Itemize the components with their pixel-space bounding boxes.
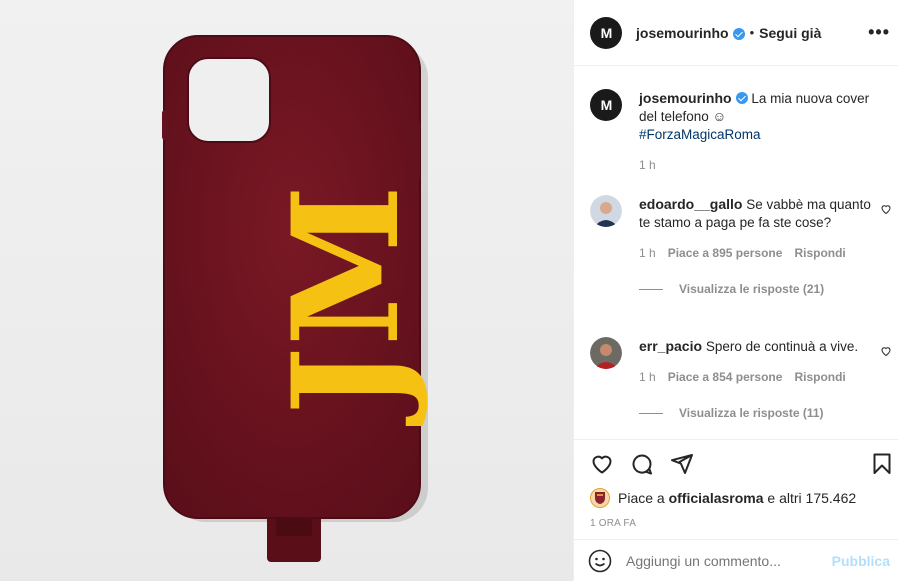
liker-username[interactable]: officialasroma — [669, 490, 764, 506]
monogram-text: JM — [261, 185, 432, 427]
action-bar: Piace a officialasroma e altri 175.462 1… — [574, 439, 898, 539]
avatar[interactable]: M — [590, 16, 622, 49]
add-comment-bar: Pubblica — [574, 539, 898, 581]
comment-avatar[interactable] — [590, 337, 622, 369]
replies-line — [639, 288, 663, 290]
comment-input[interactable] — [626, 552, 832, 569]
comments-list[interactable]: M josemourinho La mia nuova cover del te… — [574, 67, 898, 439]
follow-button[interactable]: Segui già — [759, 25, 821, 41]
likes-prefix: Piace a — [618, 490, 665, 506]
bookmark-icon[interactable] — [870, 452, 894, 476]
view-replies-label: Visualizza le risposte (11) — [679, 406, 824, 420]
comment-item: err_pacio Spero de continuà a vive. 1 h … — [590, 337, 891, 420]
view-replies-button[interactable]: Visualizza le risposte (21) — [639, 282, 880, 296]
post-username[interactable]: josemourinho — [636, 25, 729, 41]
comment-likes[interactable]: Piace a 854 persone — [668, 368, 783, 386]
officialasroma-avatar[interactable] — [590, 488, 610, 508]
reply-button[interactable]: Rispondi — [794, 368, 845, 386]
reply-button[interactable]: Rispondi — [794, 244, 845, 262]
comment-avatar[interactable] — [590, 195, 622, 227]
caption-avatar-initials: M — [600, 97, 613, 113]
verified-badge-icon — [732, 27, 745, 40]
more-options-icon[interactable]: ••• — [868, 22, 890, 43]
hashtag-link[interactable]: #ForzaMagicaRoma — [639, 127, 761, 142]
heart-icon[interactable] — [880, 203, 892, 215]
avatar-initials: M — [600, 24, 613, 41]
caption-username[interactable]: josemourinho — [639, 90, 732, 106]
publish-button[interactable]: Pubblica — [832, 553, 890, 569]
post-image[interactable]: JM — [0, 0, 573, 581]
verified-badge-icon — [735, 92, 748, 104]
post-timestamp[interactable]: 1 ORA FA — [590, 518, 636, 529]
comment-item: edoardo__gallo Se vabbè ma quanto te sta… — [590, 195, 891, 296]
post-header: M josemourinho • Segui già ••• — [574, 0, 898, 66]
separator-dot: • — [749, 25, 755, 40]
heart-icon[interactable] — [590, 452, 614, 476]
emoji-icon[interactable] — [588, 549, 612, 573]
comment-time[interactable]: 1 h — [639, 368, 656, 386]
comment-likes[interactable]: Piace a 895 persone — [668, 244, 783, 262]
caption-time[interactable]: 1 h — [639, 158, 656, 172]
heart-icon[interactable] — [880, 345, 892, 357]
replies-line — [639, 412, 663, 414]
comment-username[interactable]: err_pacio — [639, 338, 702, 354]
comment-time[interactable]: 1 h — [639, 244, 656, 262]
likes-suffix: e altri 175.462 — [767, 490, 857, 506]
caption: M josemourinho La mia nuova cover del te… — [590, 89, 880, 174]
comment-icon[interactable] — [630, 452, 654, 476]
view-replies-label: Visualizza le risposte (21) — [679, 282, 825, 296]
comment-text: Spero de continuà a vive. — [705, 339, 859, 354]
comment-username[interactable]: edoardo__gallo — [639, 196, 742, 212]
caption-avatar[interactable]: M — [590, 89, 622, 121]
phone-case-image: JM — [162, 35, 432, 562]
view-replies-button[interactable]: Visualizza le risposte (11) — [639, 406, 880, 420]
share-icon[interactable] — [670, 452, 694, 476]
post-panel: M josemourinho • Segui già ••• M josemou… — [573, 0, 898, 581]
likes-summary[interactable]: Piace a officialasroma e altri 175.462 — [590, 488, 856, 508]
